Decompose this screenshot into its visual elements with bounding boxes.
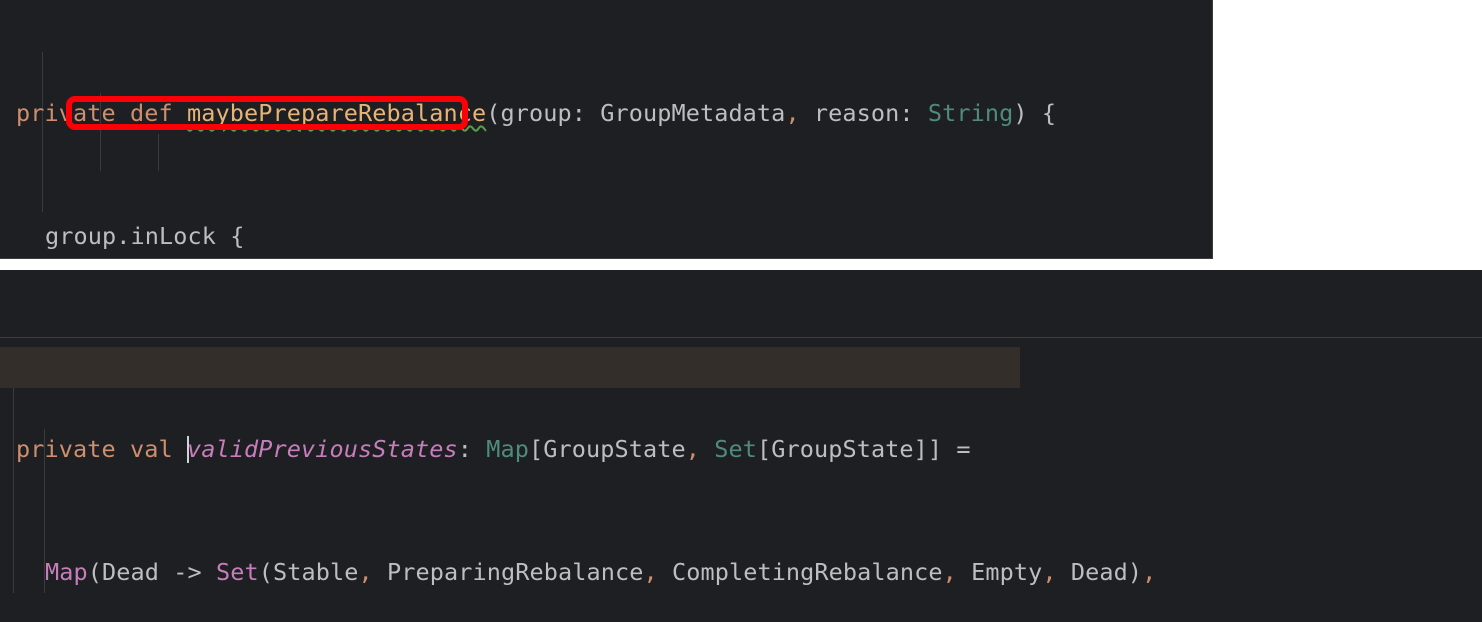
code-token: [GroupState (528, 435, 686, 463)
code-token: (Stable (258, 558, 359, 586)
code-token: [GroupState]] = (756, 435, 971, 463)
code-token: PreparingRebalance (372, 558, 644, 586)
code-token: , (942, 558, 957, 586)
code-block-top[interactable]: private def maybePrepareRebalance(group:… (0, 0, 1056, 258)
code-token: validPreviousStates (187, 435, 458, 463)
code-token: Map (486, 435, 529, 463)
code-token: (Dead -> (87, 558, 216, 586)
code-token: val (130, 435, 173, 463)
code-line[interactable]: private def maybePrepareRebalance(group:… (16, 93, 1056, 134)
code-line-current[interactable]: private val validPreviousStates: Map[Gro… (16, 429, 1156, 470)
code-token: ) { (1013, 99, 1057, 127)
code-token: , (1042, 558, 1057, 586)
code-token: private (16, 99, 116, 127)
code-token: , (643, 558, 658, 586)
code-token: Set (714, 435, 757, 463)
code-token: group.inLock { (45, 222, 245, 250)
code-panel-maybe-prepare-rebalance[interactable]: private def maybePrepareRebalance(group:… (0, 0, 1213, 259)
code-token: , (358, 558, 373, 586)
code-line[interactable]: Map(Dead -> Set(Stable, PreparingRebalan… (16, 552, 1156, 593)
code-token: : (457, 435, 487, 463)
code-line[interactable]: group.inLock { (16, 216, 1056, 257)
code-token: private (16, 435, 116, 463)
code-panel-valid-previous-states[interactable]: private val validPreviousStates: Map[Gro… (0, 338, 1482, 622)
code-panel-can-rebalance[interactable]: def canRebalance: Boolean = GroupMetadat… (0, 270, 1482, 338)
code-token: Empty (956, 558, 1043, 586)
code-token: maybePrepareRebalance (187, 99, 487, 127)
code-token: , (685, 435, 700, 463)
code-token: String (927, 99, 1014, 127)
code-block-can-rebalance[interactable]: def canRebalance: Boolean = GroupMetadat… (0, 270, 1398, 337)
code-token: reason: (799, 99, 928, 127)
code-token: Set (215, 558, 259, 586)
code-token: , (1142, 558, 1157, 586)
code-block-bottom[interactable]: private val validPreviousStates: Map[Gro… (0, 338, 1156, 622)
code-token: Map (45, 558, 88, 586)
code-token: , (785, 99, 800, 127)
code-token: (group: GroupMetadata (486, 99, 786, 127)
code-token: Dead) (1056, 558, 1143, 586)
code-token: def (130, 99, 173, 127)
code-token: CompletingRebalance (657, 558, 943, 586)
